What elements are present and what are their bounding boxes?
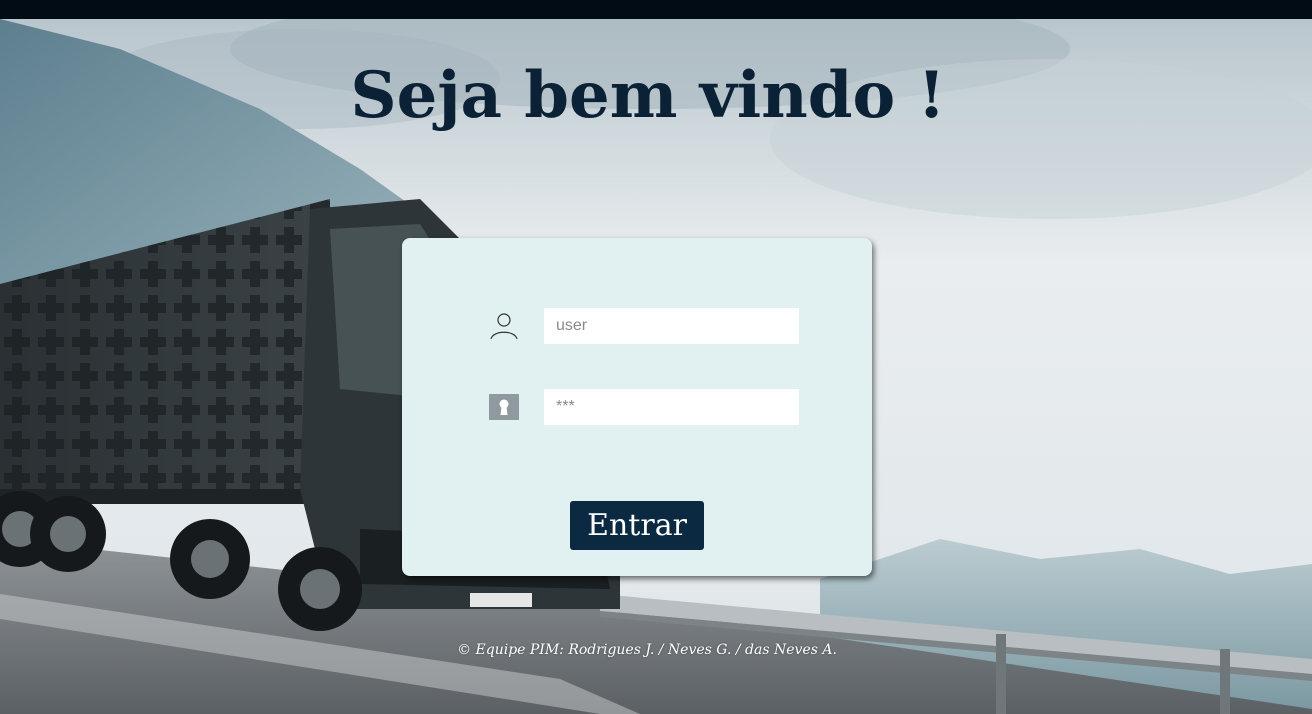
login-page: Seja bem vindo ! Entrar © Equip	[0, 0, 1312, 714]
password-input[interactable]	[544, 389, 799, 425]
keyhole-lock-icon	[488, 391, 520, 423]
user-icon	[488, 310, 520, 342]
login-card: Entrar	[402, 238, 872, 576]
page-title: Seja bem vindo !	[350, 58, 946, 133]
password-row	[488, 389, 808, 425]
top-bar	[0, 0, 1312, 19]
footer-credits: © Equipe PIM: Rodrigues J. / Neves G. / …	[457, 642, 837, 658]
login-button[interactable]: Entrar	[570, 501, 704, 550]
username-row	[488, 308, 808, 344]
username-input[interactable]	[544, 308, 799, 344]
